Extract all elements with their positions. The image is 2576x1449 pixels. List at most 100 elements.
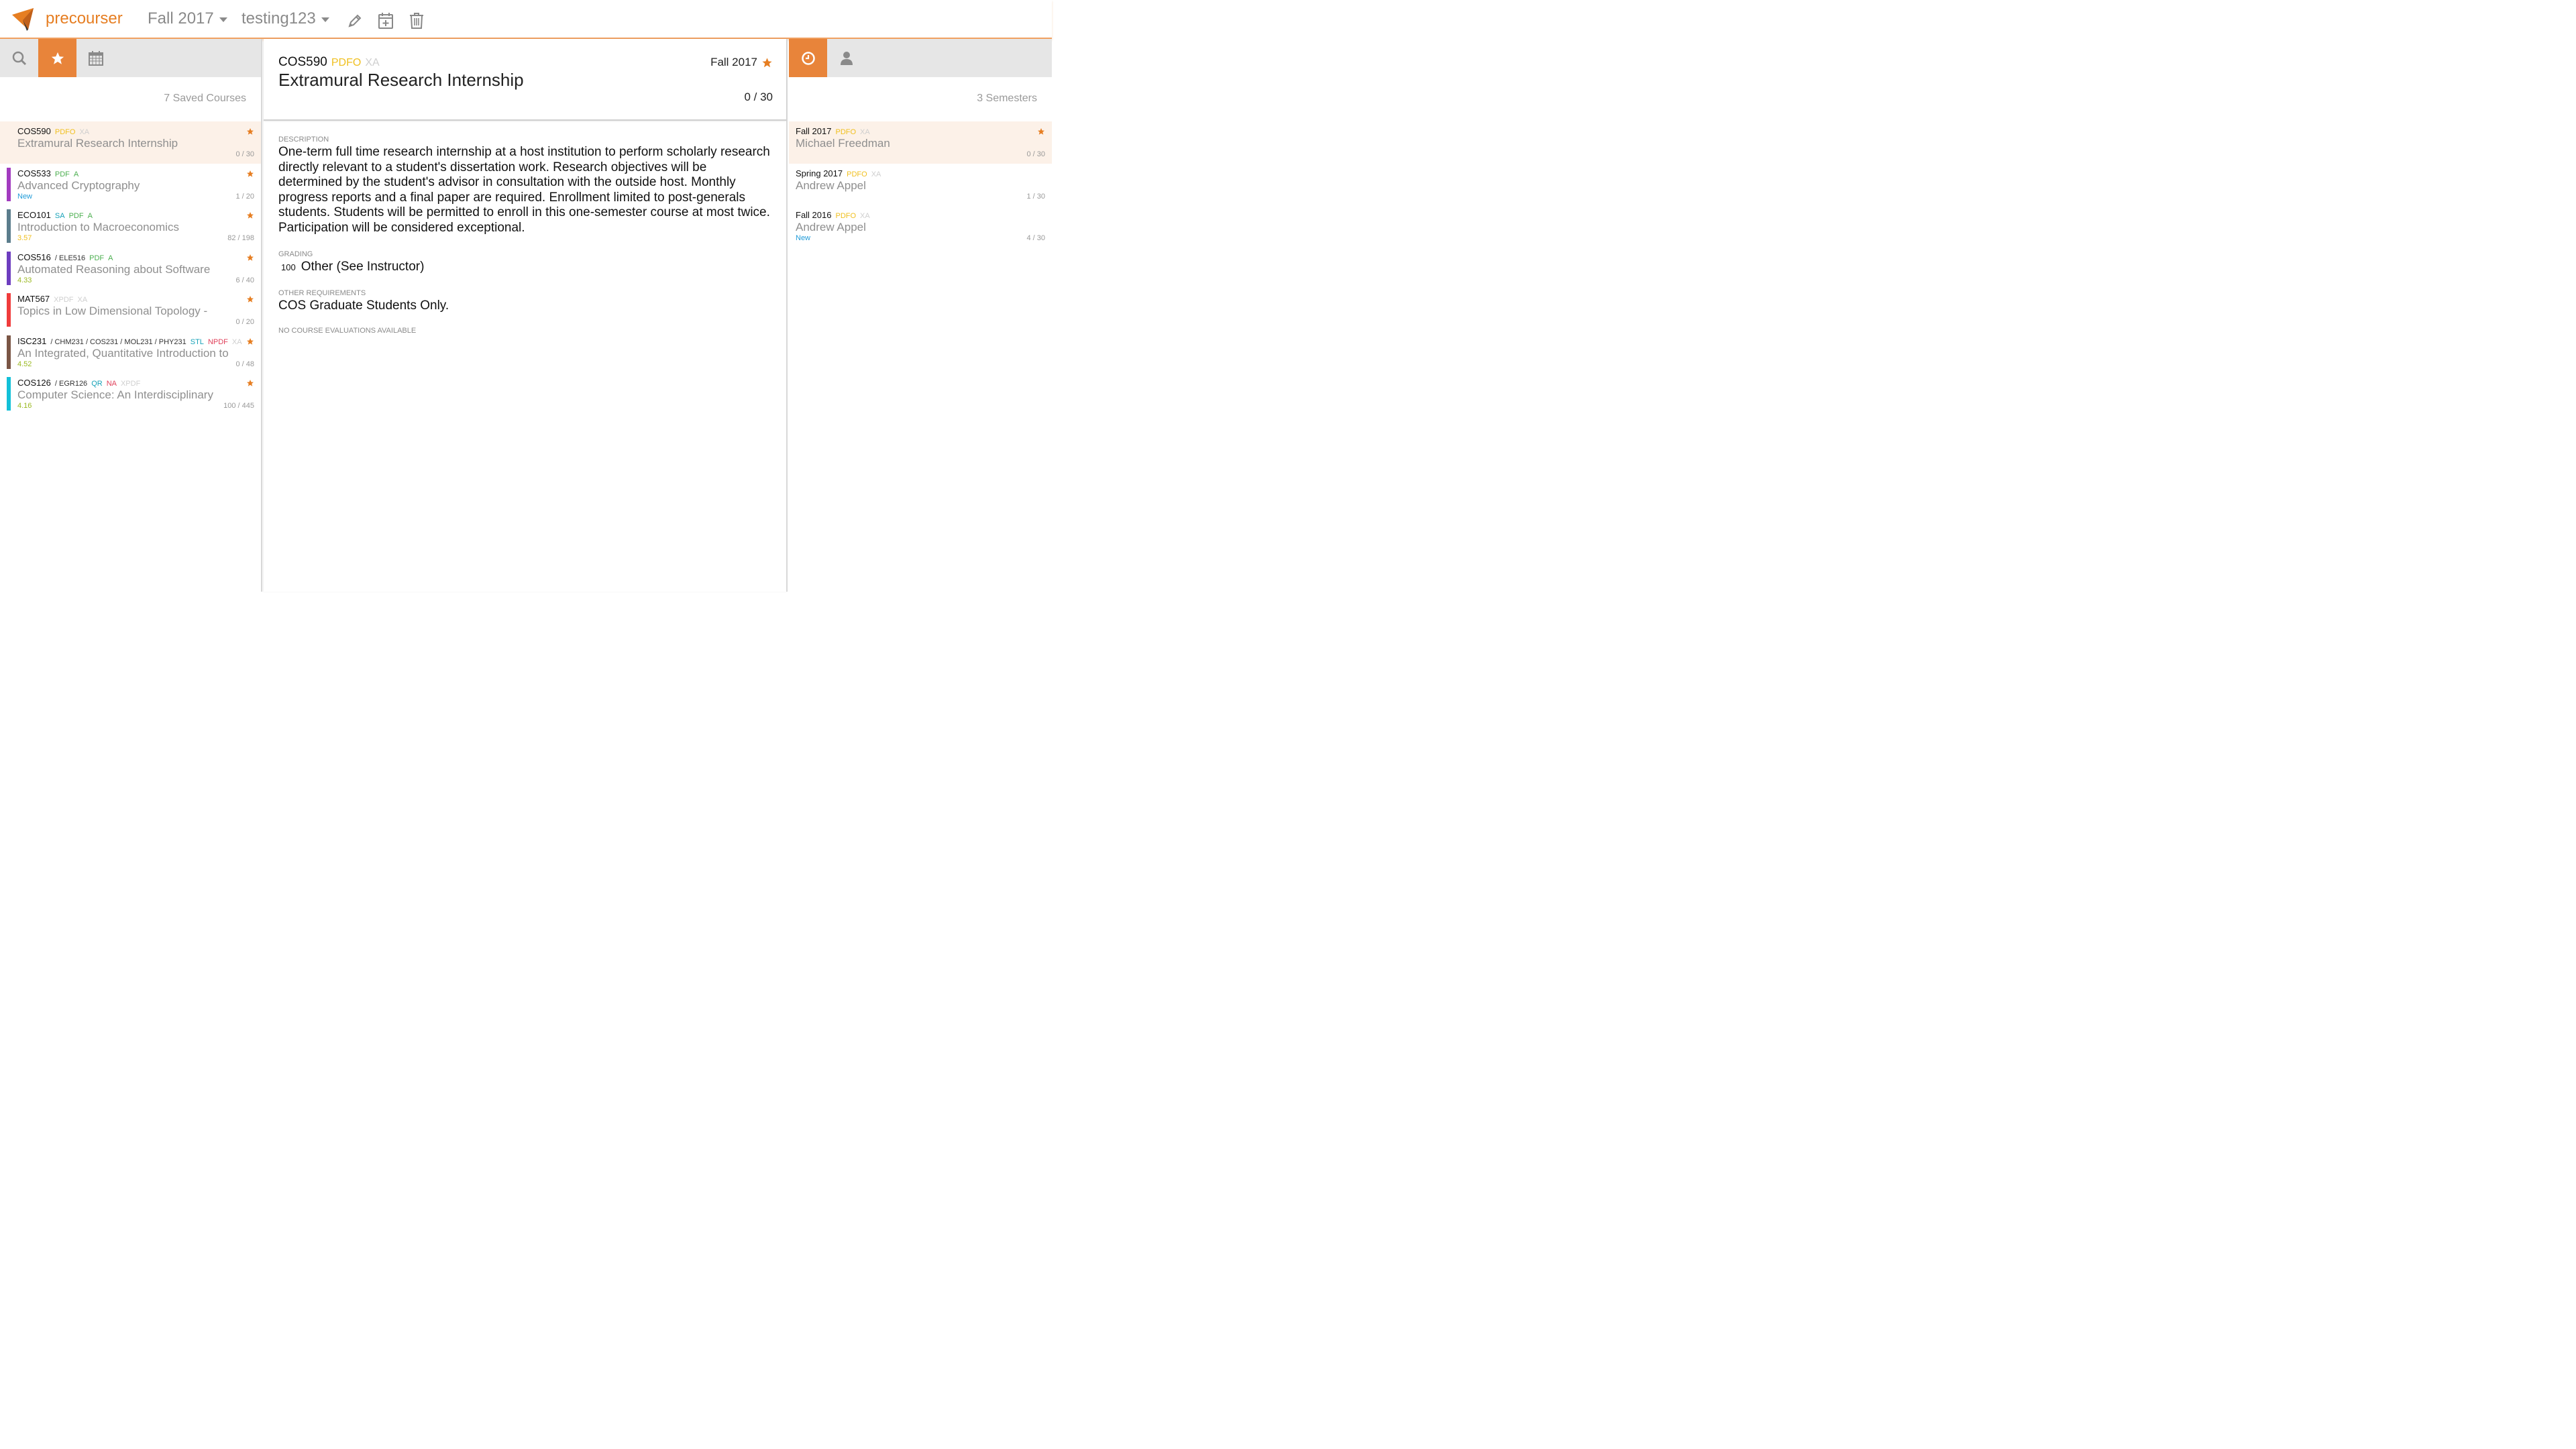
course-tag: PDF <box>89 254 105 262</box>
star-icon[interactable] <box>761 57 773 68</box>
course-term: Fall 2017 <box>710 56 773 69</box>
course-enrollment: 1 / 20 <box>235 192 254 201</box>
course-list-item[interactable]: ISC231/ CHM231 / COS231 / MOL231 / PHY23… <box>0 331 261 374</box>
course-tag: XPDF <box>54 296 74 304</box>
course-rating: 4.52 <box>17 360 32 368</box>
top-navbar: precourser Fall 2017 testing123 <box>0 0 1052 39</box>
course-list-item[interactable]: COS126/ EGR126 QR NA XPDF Computer Science: … <box>0 373 261 415</box>
course-tag: SA <box>54 212 65 220</box>
semester-term: Fall 2017 <box>796 126 832 136</box>
semester-tag: XA <box>860 128 870 136</box>
course-crosslists: / ELE516 <box>54 254 86 262</box>
semester-list-item[interactable]: Spring 2017 PDFO XA Andrew Appel 1 / 30 <box>789 164 1052 206</box>
semester-tag: XA <box>860 212 870 220</box>
semester-tag: PDFO <box>835 128 857 136</box>
calendar-plus-icon[interactable] <box>378 12 394 30</box>
course-enrollment: 0 / 30 <box>235 150 254 158</box>
tab-search[interactable] <box>0 39 38 77</box>
star-icon[interactable] <box>246 295 254 303</box>
course-list-item[interactable]: COS516/ ELE516 PDF A Automated Reasoning ab… <box>0 248 261 290</box>
star-icon[interactable] <box>246 127 254 136</box>
course-tag: A <box>87 212 93 220</box>
tab-instructor[interactable] <box>827 39 865 77</box>
course-tag: PDFO <box>54 128 76 136</box>
course-term-label: Fall 2017 <box>710 56 757 68</box>
tab-saved[interactable] <box>38 39 76 77</box>
chevron-down-icon <box>321 17 329 22</box>
star-icon[interactable] <box>246 254 254 262</box>
course-color-bar <box>7 377 11 411</box>
course-enrollment: 0 / 20 <box>235 318 254 326</box>
course-tag: XPDF <box>120 380 141 388</box>
course-color-bar <box>7 209 11 243</box>
semesters-pane: 3 Semesters Fall 2017 PDFO XA Michael Freed… <box>789 39 1052 592</box>
paper-plane-logo-icon[interactable] <box>11 7 35 32</box>
semester-term-line: Spring 2017 PDFO XA <box>796 168 881 178</box>
course-color-bar <box>7 251 11 285</box>
pencil-icon[interactable] <box>347 12 363 30</box>
course-tag: XA <box>77 296 88 304</box>
semester-tag: XA <box>871 170 881 178</box>
semester-tag: PDFO <box>835 212 857 220</box>
semester-tag: PDFO <box>847 170 867 178</box>
course-list-item[interactable]: ECO101 SA PDF A Introduction to Macroeconomi… <box>0 205 261 248</box>
semester-list-item[interactable]: Fall 2017 PDFO XA Michael Freedman 0 / 30 <box>789 121 1052 164</box>
course-list-item[interactable]: COS533 PDF A Advanced Cryptography New 1 / 20 <box>0 164 261 206</box>
course-list-item[interactable]: MAT567 XPDF XA Topics in Low Dimensional To… <box>0 289 261 331</box>
course-title: Topics in Low Dimensional Topology - <box>17 305 208 317</box>
semester-instructor: Michael Freedman <box>796 137 890 150</box>
course-tag: PDF <box>68 212 84 220</box>
clock-icon <box>801 51 815 65</box>
tab-history[interactable] <box>789 39 827 77</box>
star-icon[interactable] <box>246 211 254 219</box>
course-rating: New <box>17 192 33 201</box>
grading-item: 100 Other (See Instructor) <box>278 260 771 274</box>
schedule-dropdown[interactable]: testing123 <box>241 9 329 28</box>
course-tag: NPDF <box>207 337 228 346</box>
semesters-count: 3 Semesters <box>977 93 1037 104</box>
course-code-line: MAT567 XPDF XA <box>17 294 87 304</box>
course-enrollment: 0 / 48 <box>235 360 254 368</box>
calendar-icon <box>88 50 103 66</box>
star-icon[interactable] <box>246 337 254 345</box>
saved-courses-pane: 7 Saved Courses COS590 PDFO XA Extramural R… <box>0 39 262 592</box>
course-code-line: COS590 PDFO XA <box>17 126 89 136</box>
course-rating: 4.16 <box>17 402 32 410</box>
star-icon[interactable] <box>246 379 254 387</box>
course-tag: STL <box>190 337 204 346</box>
brand-name[interactable]: precourser <box>46 9 123 28</box>
course-title: Extramural Research Internship <box>278 70 524 90</box>
semester-term-line: Fall 2016 PDFO XA <box>796 210 870 220</box>
course-code: MAT567 <box>17 294 50 304</box>
course-code: ISC231 <box>17 335 47 346</box>
course-tag: QR <box>91 380 103 388</box>
course-title: Advanced Cryptography <box>17 178 140 192</box>
course-code-line: ISC231/ CHM231 / COS231 / MOL231 / PHY23… <box>17 336 242 346</box>
course-code: COS590 <box>278 55 327 69</box>
semesters-list: Fall 2017 PDFO XA Michael Freedman 0 / 30 Spr… <box>789 121 1052 248</box>
left-tabbar <box>0 39 261 77</box>
course-enrollment: 100 / 445 <box>223 402 254 410</box>
course-color-bar <box>7 167 11 201</box>
description-text: One-term full time research internship a… <box>278 145 770 235</box>
semester-dropdown[interactable]: Fall 2017 <box>148 9 227 28</box>
course-title: Automated Reasoning about Software <box>17 262 211 276</box>
course-detail-header: COS590 PDFO XA Extramural Research Inter… <box>264 39 786 121</box>
trash-icon[interactable] <box>409 12 425 30</box>
course-code-line: COS533 PDF A <box>17 168 78 178</box>
semester-term: Fall 2016 <box>796 210 832 220</box>
semester-enrollment: 1 / 30 <box>1026 192 1045 201</box>
tab-calendar[interactable] <box>76 39 115 77</box>
grading-tag: PDFO <box>331 57 362 68</box>
semester-list-item[interactable]: Fall 2016 PDFO XA Andrew Appel New 4 / 30 <box>789 205 1052 248</box>
search-icon <box>12 51 26 65</box>
no-evaluations-label: NO COURSE EVALUATIONS AVAILABLE <box>278 327 417 335</box>
course-code: COS590 <box>17 126 51 136</box>
star-icon[interactable] <box>246 170 254 178</box>
star-icon[interactable] <box>1037 127 1045 136</box>
other-requirements-label: OTHER REQUIREMENTS <box>278 289 366 297</box>
course-enrollment: 6 / 40 <box>235 276 254 284</box>
course-code-line: COS516/ ELE516 PDF A <box>17 252 113 262</box>
course-list-item[interactable]: COS590 PDFO XA Extramural Research Internsh… <box>0 121 261 164</box>
star-icon <box>51 52 64 64</box>
